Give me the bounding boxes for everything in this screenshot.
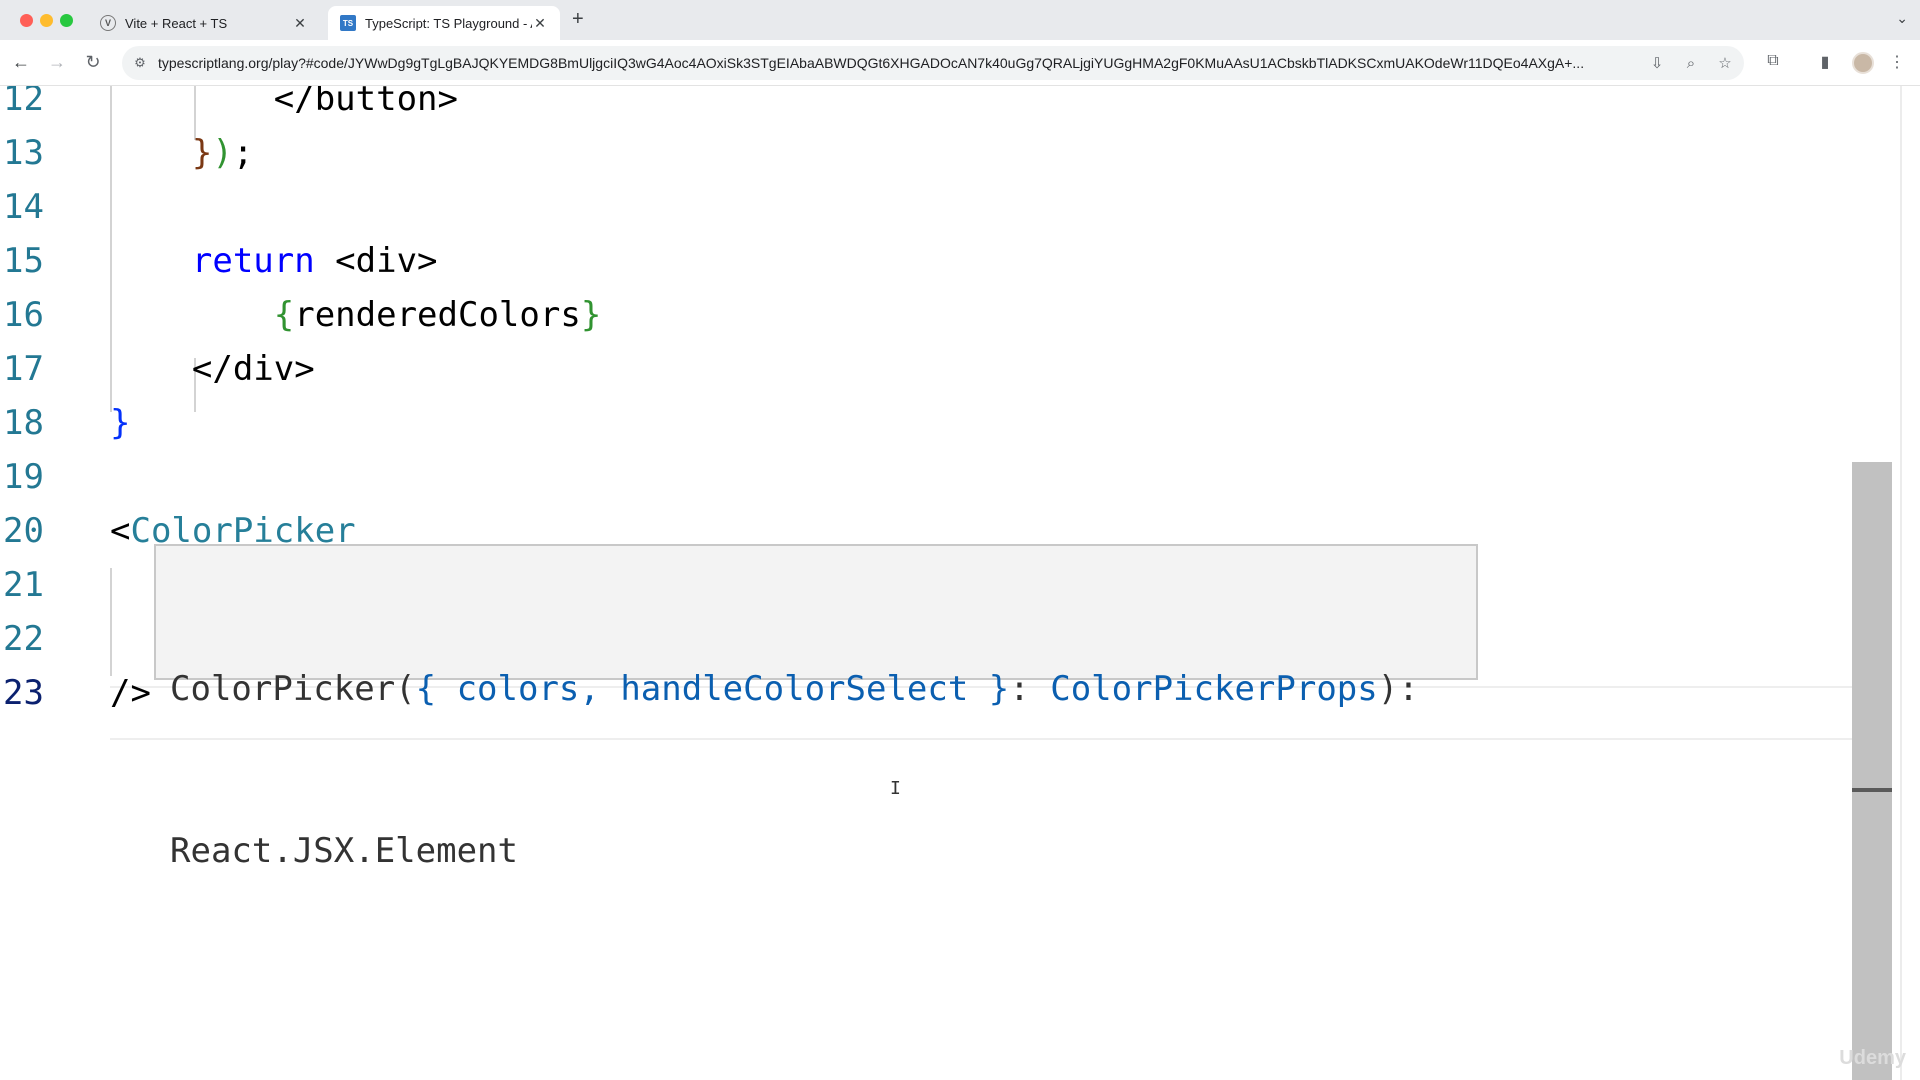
tab-bar: V Vite + React + TS ✕ TS TypeScript: TS … — [0, 0, 1920, 40]
line-number: 19 — [3, 457, 44, 497]
code-token: </button> — [110, 86, 458, 119]
tab-title: TypeScript: TS Playground - A — [365, 15, 532, 31]
tab-vite[interactable]: V Vite + React + TS ✕ — [88, 6, 320, 40]
line-number: 20 — [3, 511, 44, 551]
code-token: return — [110, 241, 315, 281]
tab-typescript-playground[interactable]: TS TypeScript: TS Playground - A ✕ — [328, 6, 560, 40]
url-text[interactable]: typescriptlang.org/play?#code/JYWwDg9gTg… — [158, 55, 1632, 71]
zoom-icon[interactable]: ⌕ — [1682, 55, 1700, 72]
code-token: } — [580, 295, 602, 335]
maximize-window-button[interactable] — [60, 14, 73, 27]
install-app-icon[interactable]: ⇩ — [1648, 54, 1666, 72]
back-icon[interactable]: ← — [10, 52, 32, 72]
scrollbar-thumb[interactable] — [1852, 462, 1892, 1080]
overview-ruler-border — [1900, 86, 1902, 1080]
hover-token: ColorPicker( — [170, 669, 416, 709]
code-text: }); — [110, 126, 253, 180]
code-token: <div> — [314, 241, 438, 281]
line-number: 12 — [3, 86, 44, 119]
code-token: /> — [110, 673, 151, 713]
type-hover-tooltip: ColorPicker({ colors, handleColorSelect … — [154, 544, 1478, 871]
code-token: < — [110, 511, 131, 551]
line-number: 21 — [3, 565, 44, 605]
code-text: } — [110, 396, 130, 450]
line-number: 17 — [3, 349, 44, 389]
line-number: 22 — [3, 619, 44, 659]
udemy-watermark: Udemy — [1839, 1047, 1906, 1069]
code-token: ; — [232, 133, 254, 173]
code-line[interactable]: 18} — [0, 396, 1890, 450]
side-panel-icon[interactable]: ▮ — [1814, 52, 1836, 72]
hover-token: : — [1009, 669, 1051, 709]
bookmark-star-icon[interactable]: ☆ — [1716, 54, 1734, 72]
vite-icon: V — [100, 15, 116, 31]
code-text: </div> — [110, 342, 315, 396]
close-icon[interactable]: ✕ — [532, 15, 548, 32]
line-number: 23 — [3, 673, 44, 713]
line-number: 18 — [3, 403, 44, 443]
code-token: ) — [212, 133, 233, 173]
profile-avatar[interactable] — [1852, 52, 1874, 74]
typescript-icon: TS — [340, 15, 356, 31]
reload-icon[interactable]: ↻ — [82, 52, 104, 72]
code-line[interactable]: 13 }); — [0, 126, 1890, 180]
minimize-window-button[interactable] — [40, 14, 53, 27]
hover-token: ColorPickerProps — [1050, 669, 1378, 709]
hover-signature: ColorPicker({ colors, handleColorSelect … — [170, 662, 1462, 716]
scrollbar-cursor-marker — [1852, 788, 1892, 792]
line-number: 14 — [3, 187, 44, 227]
code-line[interactable]: 15 return <div> — [0, 234, 1890, 288]
code-token: { — [110, 295, 295, 335]
text-cursor-icon: I — [890, 778, 901, 799]
line-number: 15 — [3, 241, 44, 281]
code-text: </button> — [110, 86, 458, 126]
code-text: /> — [110, 666, 151, 720]
close-window-button[interactable] — [20, 14, 33, 27]
code-line[interactable]: 17 </div> — [0, 342, 1890, 396]
tab-search-icon[interactable]: ⌄ — [1896, 10, 1908, 27]
code-token: renderedColors — [294, 295, 581, 335]
code-line[interactable]: 12 </button> — [0, 86, 1890, 126]
close-icon[interactable]: ✕ — [292, 15, 308, 32]
code-token: </div> — [110, 349, 315, 389]
browser-menu-icon[interactable]: ⋮ — [1886, 52, 1908, 72]
hover-token: { colors, handleColorSelect } — [415, 669, 1010, 709]
code-token: } — [110, 403, 131, 443]
line-number: 13 — [3, 133, 44, 173]
code-line[interactable]: 14 — [0, 180, 1890, 234]
extensions-icon[interactable]: ⧉ — [1762, 52, 1784, 70]
code-text: {renderedColors} — [110, 288, 602, 342]
vertical-scrollbar[interactable] — [1852, 86, 1892, 1080]
code-editor[interactable]: 12 </button> 13 }); 14 15 return <div> 16 {r… — [0, 86, 1920, 1080]
forward-icon[interactable]: → — [46, 52, 68, 72]
tab-title: Vite + React + TS — [125, 15, 228, 31]
code-line[interactable]: 19 — [0, 450, 1890, 504]
code-text: return <div> — [110, 234, 438, 288]
hover-return-type: React.JSX.Element — [170, 831, 518, 871]
site-info-icon[interactable]: ⚙ — [132, 55, 148, 71]
browser-toolbar: ← → ↻ ⚙ typescriptlang.org/play?#code/JY… — [0, 40, 1920, 86]
hover-token: ): — [1377, 669, 1419, 709]
line-number: 16 — [3, 295, 44, 335]
code-token: } — [110, 133, 213, 173]
code-line[interactable]: 16 {renderedColors} — [0, 288, 1890, 342]
address-bar[interactable]: ⚙ typescriptlang.org/play?#code/JYWwDg9g… — [122, 46, 1744, 80]
new-tab-button[interactable]: + — [572, 9, 584, 29]
